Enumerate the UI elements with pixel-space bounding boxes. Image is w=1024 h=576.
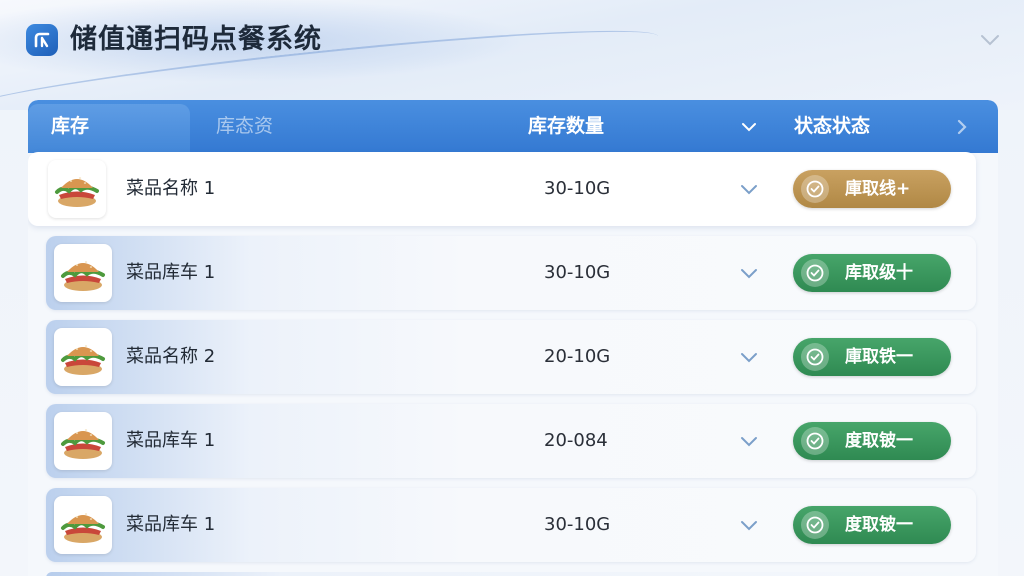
- dish-name: 菜品名称 2: [126, 346, 216, 367]
- dish-name: 菜品库车 1: [126, 514, 216, 535]
- dish-name: 菜品名称 1: [126, 178, 216, 199]
- stock-quantity: 30-10G: [544, 262, 611, 283]
- chevron-down-icon[interactable]: [738, 262, 760, 284]
- dish-thumbnail: [54, 412, 112, 470]
- status-button[interactable]: 庫取线+: [793, 170, 951, 208]
- table-header: 库存 库态资 库存数量 状态状态: [28, 100, 998, 153]
- status-button[interactable]: 度取铍一: [793, 422, 951, 460]
- check-circle-icon: [801, 427, 829, 455]
- chevron-right-icon[interactable]: [954, 116, 970, 138]
- table-row[interactable]: 菜品库车 1 20-084 度取铍一: [46, 404, 976, 478]
- status-label: 庫取铁一: [845, 347, 913, 367]
- stock-quantity: 20-084: [544, 430, 608, 451]
- status-label: 庫取线+: [845, 179, 911, 199]
- status-label: 度取铍一: [845, 515, 913, 535]
- app-title: 储值通扫码点餐系统: [70, 24, 322, 55]
- stock-quantity: 20-10G: [544, 346, 611, 367]
- column-header-status[interactable]: 状态状态: [794, 100, 870, 153]
- chevron-down-icon[interactable]: [978, 28, 1002, 52]
- dish-thumbnail: [54, 244, 112, 302]
- chevron-down-icon[interactable]: [738, 178, 760, 200]
- dish-name: 菜品库车 1: [126, 262, 216, 283]
- status-label: 库取级十: [845, 263, 913, 283]
- dish-thumbnail: [48, 160, 106, 218]
- dish-name: 菜品库车 1: [126, 430, 216, 451]
- stock-quantity: 30-10G: [544, 514, 611, 535]
- dish-thumbnail: [54, 496, 112, 554]
- table-row-partial: [46, 572, 986, 576]
- check-circle-icon: [801, 343, 829, 371]
- tab-secondary[interactable]: 库态资: [216, 100, 273, 153]
- table-row[interactable]: 菜品名称 2 20-10G 庫取铁一: [46, 320, 976, 394]
- status-label: 度取铍一: [845, 431, 913, 451]
- chevron-down-icon[interactable]: [738, 346, 760, 368]
- status-button[interactable]: 庫取铁一: [793, 338, 951, 376]
- table-row[interactable]: 菜品库车 1 30-10G 度取铍一: [46, 488, 976, 562]
- stock-quantity: 30-10G: [544, 178, 611, 199]
- status-button[interactable]: 度取铍一: [793, 506, 951, 544]
- app-logo-icon: [26, 24, 58, 56]
- table-row[interactable]: 菜品库车 1 30-10G 库取级十: [46, 236, 976, 310]
- check-circle-icon: [801, 175, 829, 203]
- app-header: 储值通扫码点餐系统: [0, 0, 1024, 80]
- dish-thumbnail: [54, 328, 112, 386]
- inventory-table: 库存 库态资 库存数量 状态状态 菜品名称 1 30-10G 庫取线+ 菜品库车…: [28, 100, 998, 576]
- check-circle-icon: [801, 511, 829, 539]
- status-button[interactable]: 库取级十: [793, 254, 951, 292]
- check-circle-icon: [801, 259, 829, 287]
- tab-inventory[interactable]: 库存: [51, 100, 89, 153]
- chevron-down-icon[interactable]: [738, 116, 760, 138]
- table-row[interactable]: 菜品名称 1 30-10G 庫取线+: [28, 152, 976, 226]
- column-header-quantity[interactable]: 库存数量: [528, 100, 604, 153]
- chevron-down-icon[interactable]: [738, 514, 760, 536]
- chevron-down-icon[interactable]: [738, 430, 760, 452]
